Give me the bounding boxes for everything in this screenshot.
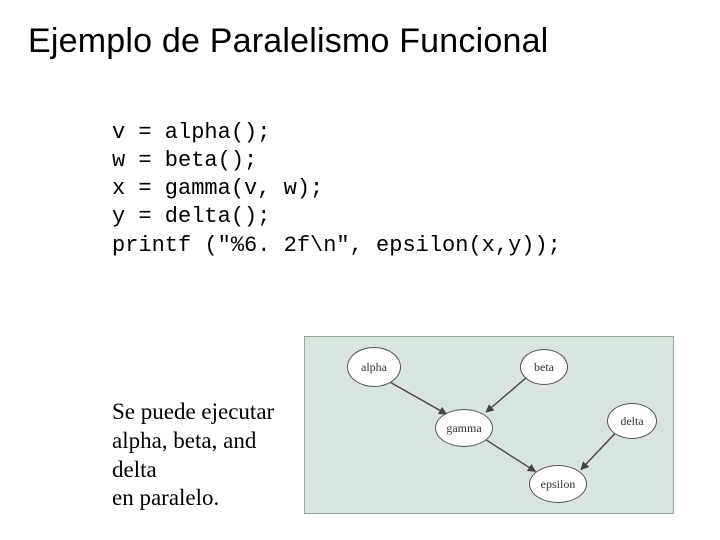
graph-node-delta: delta [607, 403, 657, 439]
parallel-note: Se puede ejecutar alpha, beta, and delta… [0, 336, 304, 513]
note-line: en paralelo. [112, 484, 296, 513]
bottom-row: Se puede ejecutar alpha, beta, and delta… [0, 336, 720, 514]
dependency-graph: alpha beta gamma delta epsilon [304, 336, 674, 514]
graph-node-beta: beta [520, 349, 568, 385]
graph-node-epsilon: epsilon [529, 465, 587, 503]
slide-title: Ejemplo de Paralelismo Funcional [0, 0, 720, 61]
code-line: y = delta(); [112, 204, 270, 229]
graph-node-alpha: alpha [347, 347, 401, 387]
code-block: v = alpha(); w = beta(); x = gamma(v, w)… [0, 61, 720, 260]
note-line: alpha, beta, and delta [112, 427, 296, 485]
code-line: x = gamma(v, w); [112, 176, 323, 201]
graph-node-gamma: gamma [435, 409, 493, 447]
code-line: w = beta(); [112, 148, 257, 173]
note-line: Se puede ejecutar [112, 398, 296, 427]
code-line: v = alpha(); [112, 120, 270, 145]
code-line: printf ("%6. 2f\n", epsilon(x,y)); [112, 233, 561, 258]
